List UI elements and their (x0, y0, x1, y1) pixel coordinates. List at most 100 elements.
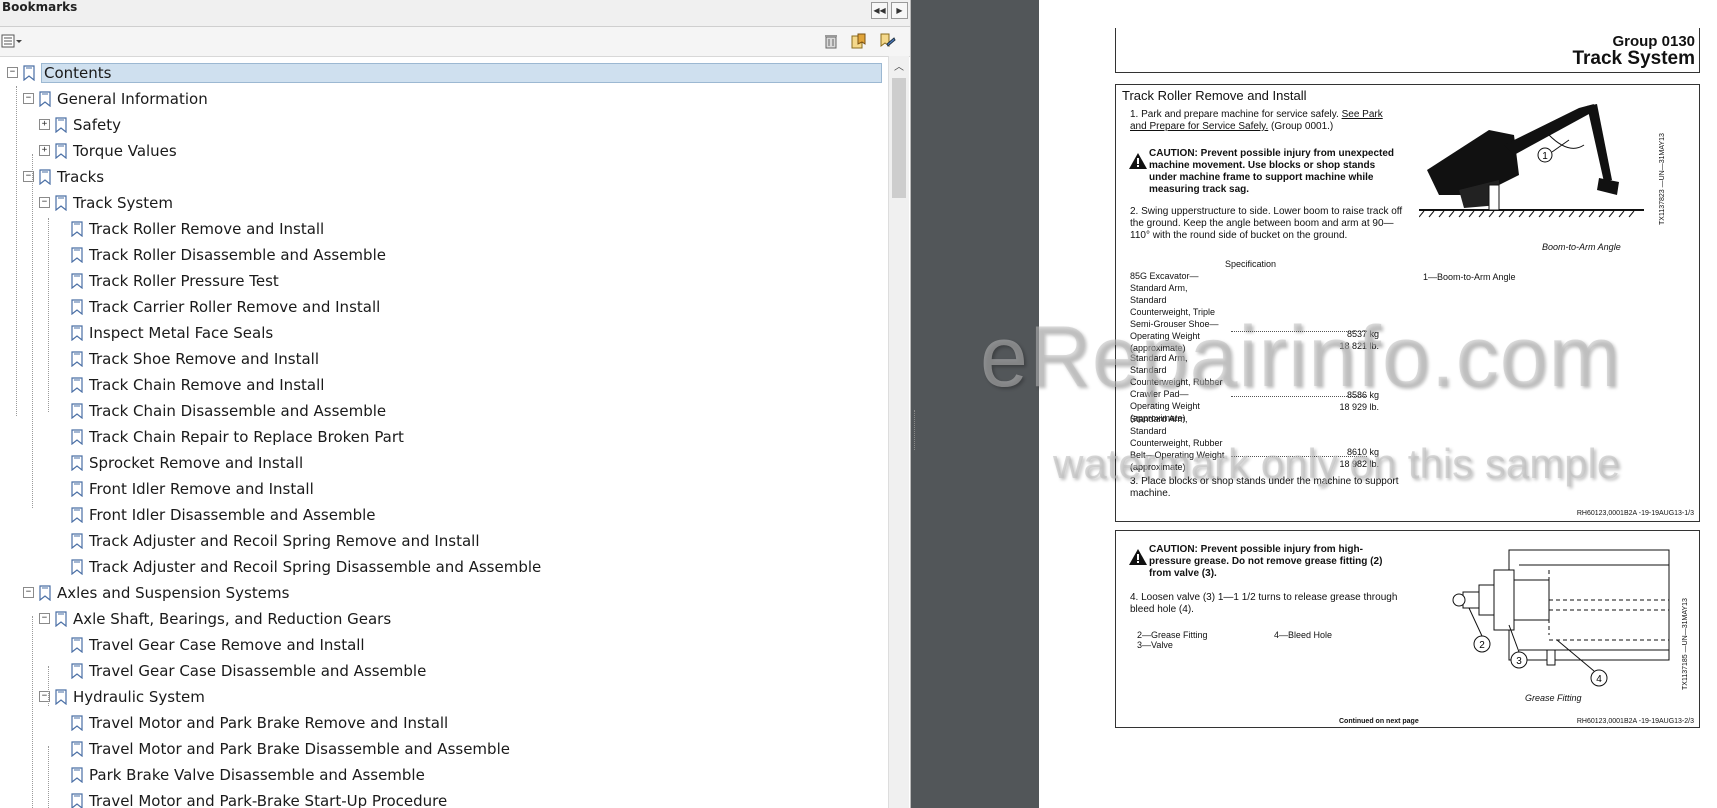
bookmark-item[interactable]: Travel Motor and Park Brake Remove and I… (0, 711, 888, 735)
collapse-icon[interactable]: − (23, 587, 34, 598)
bookmark-label[interactable]: Travel Motor and Park-Brake Start-Up Pro… (89, 792, 447, 808)
bookmark-icon (71, 767, 83, 783)
bookmark-label[interactable]: Front Idler Remove and Install (89, 480, 314, 498)
bookmark-item[interactable]: Track Chain Repair to Replace Broken Par… (0, 425, 888, 449)
bookmark-item[interactable]: Track Adjuster and Recoil Spring Disasse… (0, 555, 888, 579)
bookmark-item[interactable]: + Torque Values (0, 139, 888, 163)
callout-3: 3 (1516, 656, 1522, 667)
bookmark-label[interactable]: Sprocket Remove and Install (89, 454, 303, 472)
bookmark-label[interactable]: Track Chain Disassemble and Assemble (89, 402, 386, 420)
options-menu-icon[interactable] (1, 33, 23, 51)
bookmark-icon (55, 117, 67, 133)
collapse-icon[interactable]: − (7, 67, 18, 78)
bookmark-label[interactable]: Park Brake Valve Disassemble and Assembl… (89, 766, 425, 784)
bookmark-icon (55, 611, 67, 627)
bookmark-item[interactable]: − General Information (0, 87, 888, 111)
bookmark-label[interactable]: General Information (57, 90, 208, 108)
bookmark-label[interactable]: Track Roller Disassemble and Assemble (89, 246, 386, 264)
bookmark-label[interactable]: Travel Gear Case Remove and Install (89, 636, 365, 654)
bookmark-label[interactable]: Axles and Suspension Systems (57, 584, 289, 602)
step-4: 4. Loosen valve (3) 1—1 1/2 turns to rel… (1130, 592, 1398, 615)
bookmark-item[interactable]: Track Roller Disassemble and Assemble (0, 243, 888, 267)
bookmark-item[interactable]: Travel Gear Case Remove and Install (0, 633, 888, 657)
bookmark-item[interactable]: Inspect Metal Face Seals (0, 321, 888, 345)
scroll-up-icon[interactable]: ︿ (889, 58, 909, 76)
ref-code-2: RH60123,0001B2A -19-19AUG13-2/3 (1576, 718, 1694, 725)
section-title: Track System (1572, 48, 1695, 69)
bookmark-icon (39, 91, 51, 107)
bookmark-item[interactable]: Sprocket Remove and Install (0, 451, 888, 475)
expand-icon[interactable]: + (39, 119, 50, 130)
tree-guide-line (16, 86, 17, 416)
expand-icon[interactable]: + (39, 145, 50, 156)
bookmark-label[interactable]: Travel Motor and Park Brake Disassemble … (89, 740, 510, 758)
bookmark-item[interactable]: Travel Motor and Park Brake Disassemble … (0, 737, 888, 761)
bookmark-item[interactable]: Track Shoe Remove and Install (0, 347, 888, 371)
bookmark-label[interactable]: Track Roller Remove and Install (89, 220, 324, 238)
next-panel-button[interactable]: ▶ (891, 2, 908, 19)
bookmark-item[interactable]: Front Idler Disassemble and Assemble (0, 503, 888, 527)
continued-note: Continued on next page (1339, 718, 1419, 725)
bookmark-icon (71, 481, 83, 497)
legend-1: 1—Boom-to-Arm Angle (1423, 272, 1516, 282)
new-bookmark-icon[interactable] (850, 32, 868, 50)
bookmark-label[interactable]: Contents (41, 63, 882, 83)
excavator-figure: 1 (1419, 104, 1644, 218)
collapse-icon[interactable]: − (23, 93, 34, 104)
bookmark-item[interactable]: Track Roller Remove and Install (0, 217, 888, 241)
bookmark-item[interactable]: + Safety (0, 113, 888, 137)
bookmark-label[interactable]: Travel Gear Case Disassemble and Assembl… (89, 662, 426, 680)
callout-4: 4 (1596, 674, 1602, 685)
bookmark-label[interactable]: Hydraulic System (73, 688, 205, 706)
tree-guide-line (48, 746, 49, 808)
step-2: 2. Swing upperstructure to side. Lower b… (1130, 206, 1403, 241)
bookmark-item[interactable]: − Hydraulic System (0, 685, 888, 709)
delete-bookmark-icon[interactable] (822, 32, 840, 50)
bookmark-label[interactable]: Track Chain Repair to Replace Broken Par… (89, 428, 404, 446)
bookmark-item[interactable]: − Tracks (0, 165, 888, 189)
bookmark-item[interactable]: Travel Gear Case Disassemble and Assembl… (0, 659, 888, 683)
bookmark-label[interactable]: Tracks (57, 168, 104, 186)
collapse-panel-button[interactable]: ◀◀ (871, 2, 888, 19)
bookmark-item[interactable]: Track Adjuster and Recoil Spring Remove … (0, 529, 888, 553)
bookmark-label[interactable]: Safety (73, 116, 121, 134)
collapse-icon[interactable]: − (39, 197, 50, 208)
bookmark-item[interactable]: Track Chain Remove and Install (0, 373, 888, 397)
bookmark-label[interactable]: Track Adjuster and Recoil Spring Disasse… (89, 558, 541, 576)
bookmark-label[interactable]: Inspect Metal Face Seals (89, 324, 273, 342)
bookmark-icon (55, 195, 67, 211)
bookmark-properties-icon[interactable] (878, 32, 896, 50)
vertical-scrollbar[interactable]: ︿ (888, 56, 909, 808)
splitter-grip[interactable] (914, 410, 917, 450)
scroll-thumb[interactable] (892, 78, 906, 198)
bookmark-label[interactable]: Track Chain Remove and Install (89, 376, 324, 394)
bookmark-item[interactable]: − Axles and Suspension Systems (0, 581, 888, 605)
bookmark-item[interactable]: Track Roller Pressure Test (0, 269, 888, 293)
bookmark-label[interactable]: Front Idler Disassemble and Assemble (89, 506, 376, 524)
bookmark-label[interactable]: Track Adjuster and Recoil Spring Remove … (89, 532, 480, 550)
collapse-icon[interactable]: − (39, 613, 50, 624)
ref-code-1: RH60123,0001B2A -19-19AUG13-1/3 (1576, 510, 1694, 517)
bookmark-icon (71, 663, 83, 679)
section1-heading: Track Roller Remove and Install (1122, 88, 1307, 103)
bookmark-label[interactable]: Track Carrier Roller Remove and Install (89, 298, 380, 316)
bookmark-item[interactable]: Park Brake Valve Disassemble and Assembl… (0, 763, 888, 787)
bookmark-label[interactable]: Track System (73, 194, 173, 212)
bookmark-item[interactable]: Track Chain Disassemble and Assemble (0, 399, 888, 423)
bookmark-icon (71, 455, 83, 471)
bookmark-label[interactable]: Track Shoe Remove and Install (89, 350, 319, 368)
bookmark-item[interactable]: − Track System (0, 191, 888, 215)
bookmark-item[interactable]: Front Idler Remove and Install (0, 477, 888, 501)
bookmark-icon (23, 65, 35, 81)
bookmark-item[interactable]: − Contents (0, 61, 888, 85)
bookmark-item[interactable]: Travel Motor and Park-Brake Start-Up Pro… (0, 789, 888, 808)
callout-2: 2 (1479, 640, 1485, 651)
bookmark-label[interactable]: Travel Motor and Park Brake Remove and I… (89, 714, 448, 732)
bookmark-icon (71, 247, 83, 263)
bookmark-item[interactable]: Track Carrier Roller Remove and Install (0, 295, 888, 319)
bookmark-item[interactable]: − Axle Shaft, Bearings, and Reduction Gea… (0, 607, 888, 631)
callout-1: 1 (1542, 151, 1548, 162)
bookmark-label[interactable]: Track Roller Pressure Test (89, 272, 279, 290)
bookmark-label[interactable]: Axle Shaft, Bearings, and Reduction Gear… (73, 610, 391, 628)
bookmark-label[interactable]: Torque Values (73, 142, 177, 160)
